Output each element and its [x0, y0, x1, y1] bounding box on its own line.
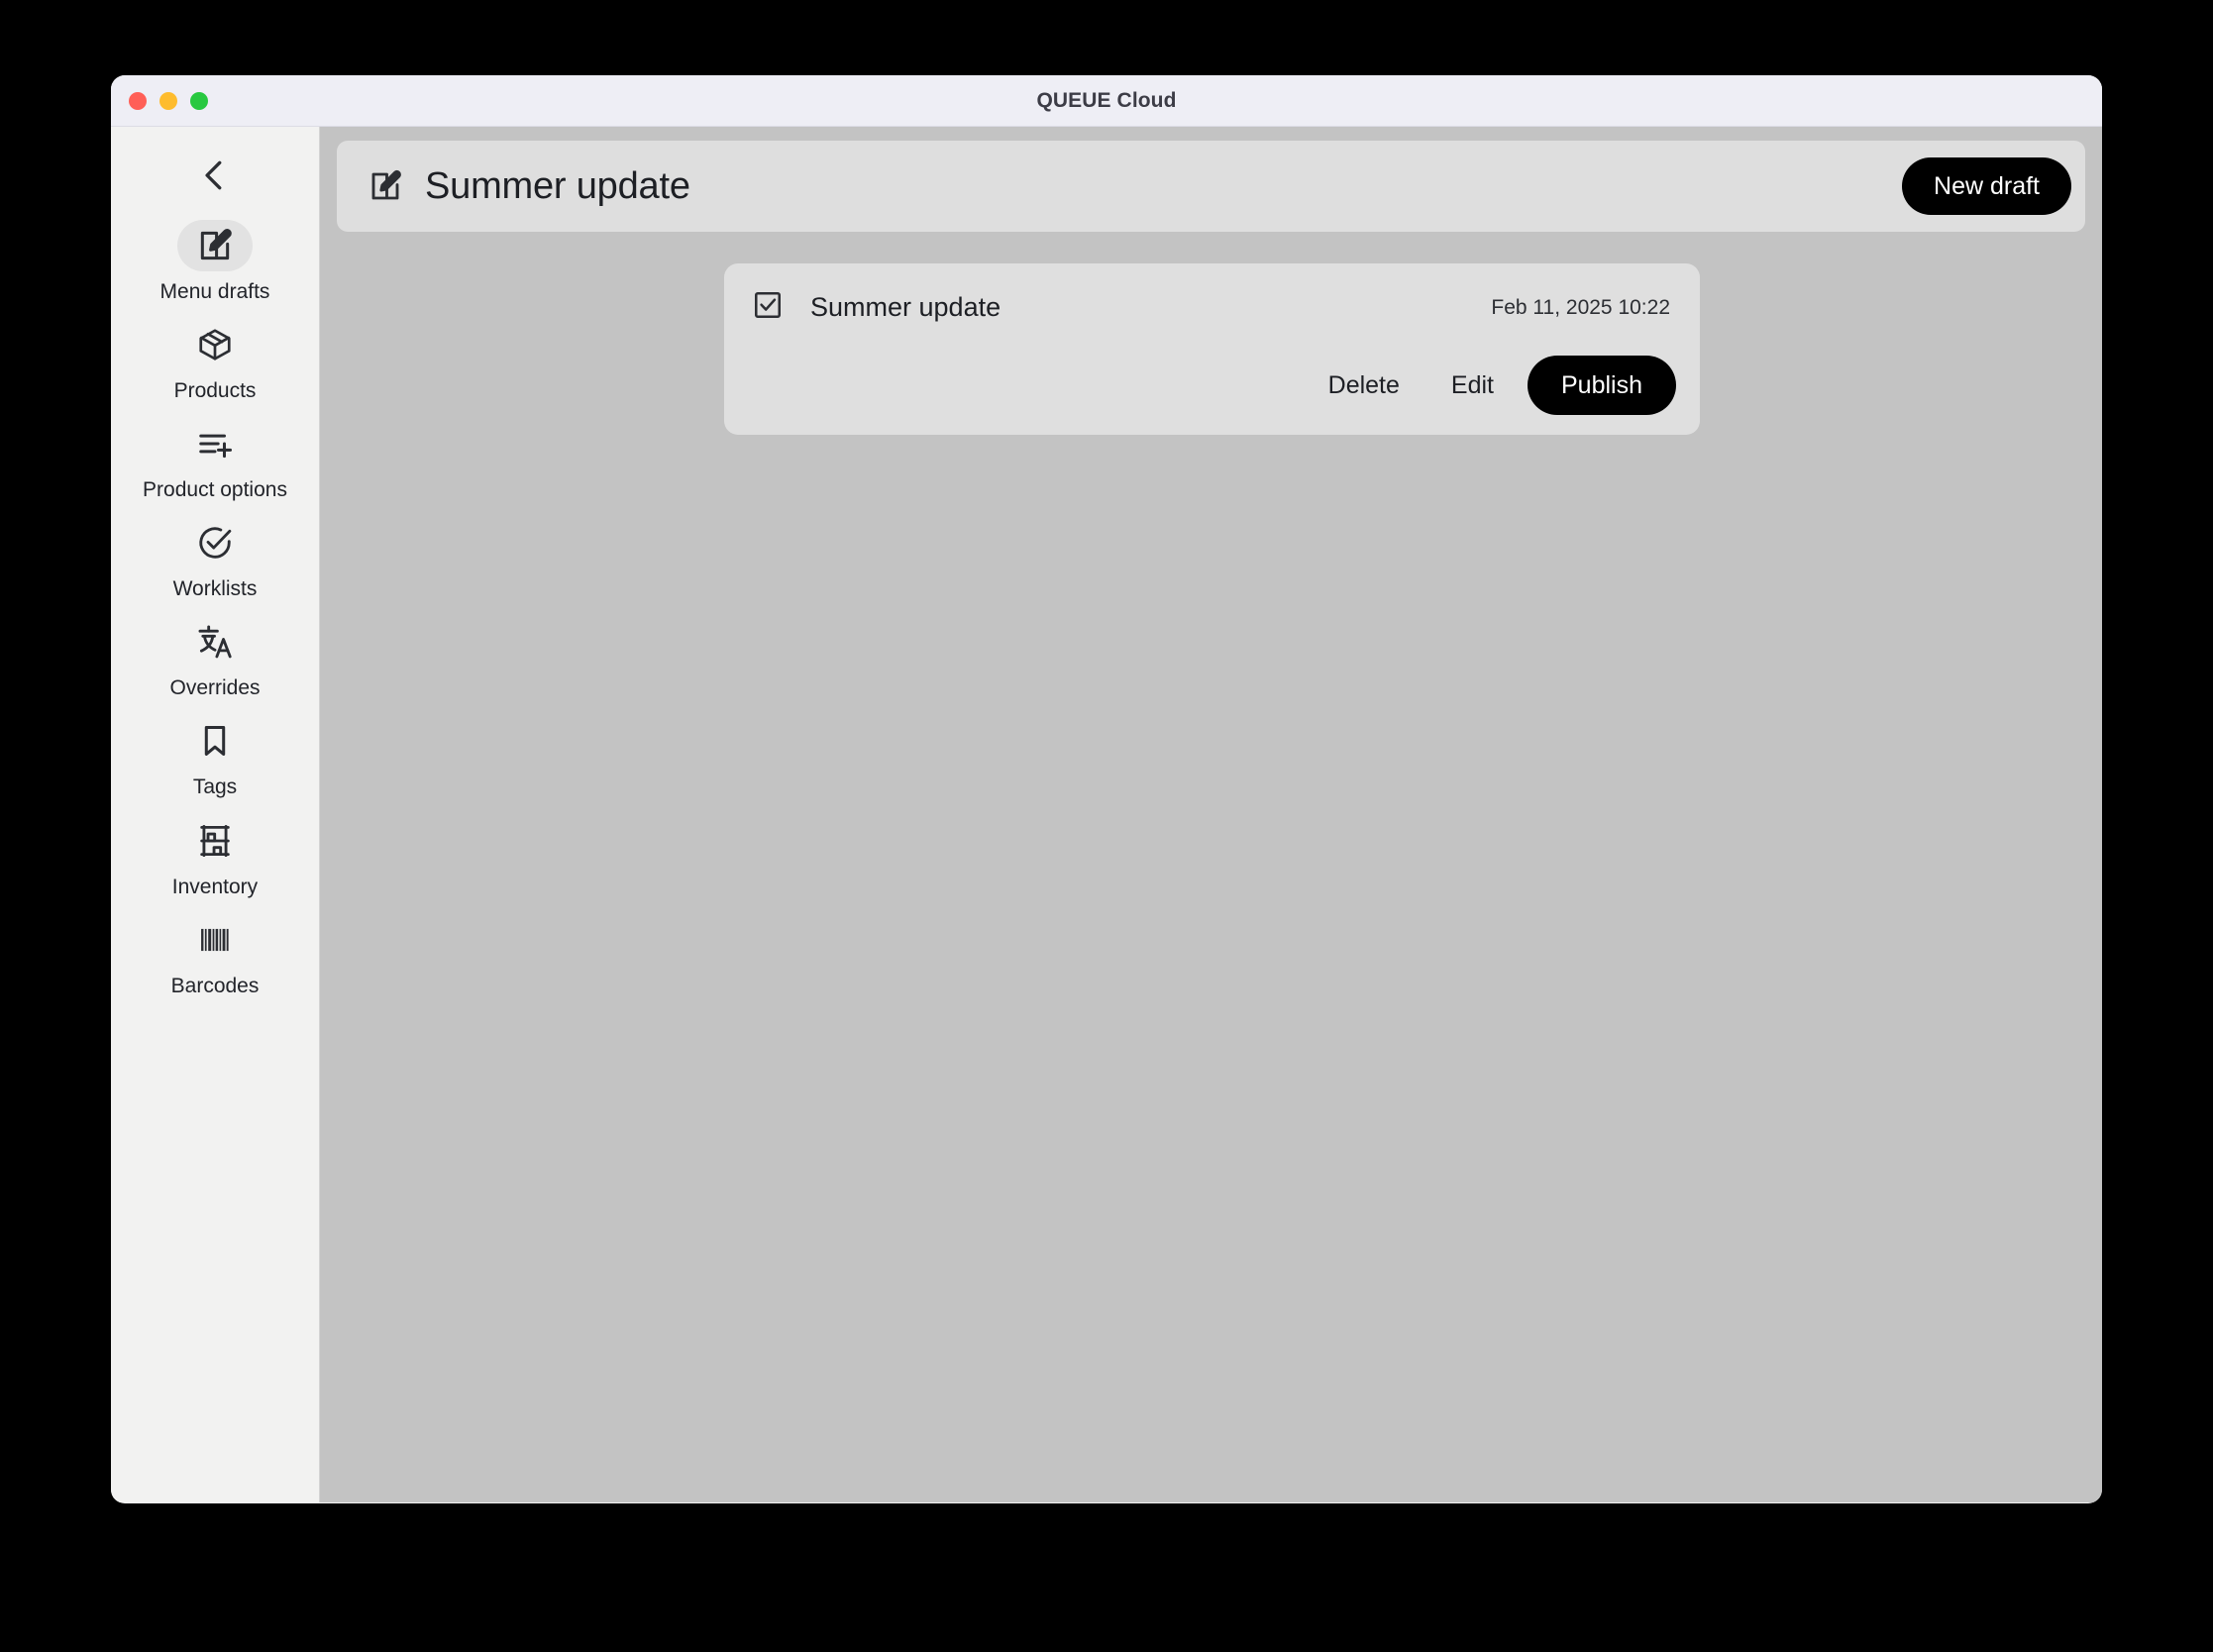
- checkbox-checked-icon[interactable]: [752, 289, 784, 326]
- edit-square-icon: [177, 220, 253, 271]
- draft-title: Summer update: [810, 292, 1001, 322]
- sidebar-item-label: Tags: [192, 775, 238, 799]
- sidebar-item-tags[interactable]: Tags: [111, 709, 320, 808]
- page-title: Summer update: [425, 164, 690, 207]
- sidebar-item-label: Products: [173, 379, 257, 403]
- new-draft-button[interactable]: New draft: [1902, 157, 2071, 215]
- draft-actions: Delete Edit Publish: [752, 356, 1676, 415]
- sidebar-item-label: Worklists: [172, 577, 258, 601]
- close-button[interactable]: [129, 91, 147, 110]
- traffic-lights: [129, 91, 208, 110]
- sidebar-item-worklists[interactable]: Worklists: [111, 511, 320, 610]
- app-window: QUEUE Cloud Menu drafts Products Product…: [111, 75, 2102, 1503]
- sidebar-item-menu-drafts[interactable]: Menu drafts: [111, 214, 320, 313]
- publish-button[interactable]: Publish: [1528, 356, 1676, 415]
- delete-button[interactable]: Delete: [1303, 361, 1425, 410]
- list-plus-icon: [177, 418, 253, 469]
- draft-header-row: Summer update Feb 11, 2025 10:22: [752, 289, 1676, 326]
- titlebar: QUEUE Cloud: [111, 75, 2102, 127]
- page-header: Summer update New draft: [337, 141, 2085, 232]
- check-circle-icon: [177, 517, 253, 568]
- back-button[interactable]: [186, 149, 244, 206]
- box-icon: [177, 319, 253, 370]
- draft-list: Summer update Feb 11, 2025 10:22 Delete …: [337, 232, 2085, 435]
- sidebar: Menu drafts Products Product options Wor…: [111, 127, 320, 1502]
- maximize-button[interactable]: [190, 91, 208, 110]
- chevron-left-icon: [196, 156, 234, 199]
- sidebar-item-barcodes[interactable]: Barcodes: [111, 908, 320, 1007]
- sidebar-item-overrides[interactable]: Overrides: [111, 610, 320, 709]
- window-title: QUEUE Cloud: [1036, 88, 1177, 112]
- window-body: Menu drafts Products Product options Wor…: [111, 127, 2102, 1502]
- sidebar-item-label: Menu drafts: [159, 280, 270, 303]
- sidebar-item-inventory[interactable]: Inventory: [111, 809, 320, 908]
- draft-timestamp: Feb 11, 2025 10:22: [1491, 295, 1670, 319]
- barcode-icon: [177, 914, 253, 966]
- sidebar-item-label: Barcodes: [170, 974, 260, 997]
- sidebar-item-product-options[interactable]: Product options: [111, 412, 320, 511]
- sidebar-item-label: Product options: [143, 478, 287, 502]
- minimize-button[interactable]: [159, 91, 177, 110]
- sidebar-item-label: Overrides: [169, 676, 261, 700]
- draft-card[interactable]: Summer update Feb 11, 2025 10:22 Delete …: [724, 263, 1700, 435]
- edit-button[interactable]: Edit: [1425, 361, 1520, 410]
- content-area: Summer update New draft Summer update Fe…: [320, 127, 2102, 1502]
- sidebar-item-label: Inventory: [171, 875, 259, 898]
- shelf-icon: [177, 815, 253, 867]
- sidebar-item-products[interactable]: Products: [111, 313, 320, 412]
- translate-icon: [177, 616, 253, 668]
- bookmark-icon: [177, 715, 253, 767]
- edit-square-icon: [368, 168, 403, 204]
